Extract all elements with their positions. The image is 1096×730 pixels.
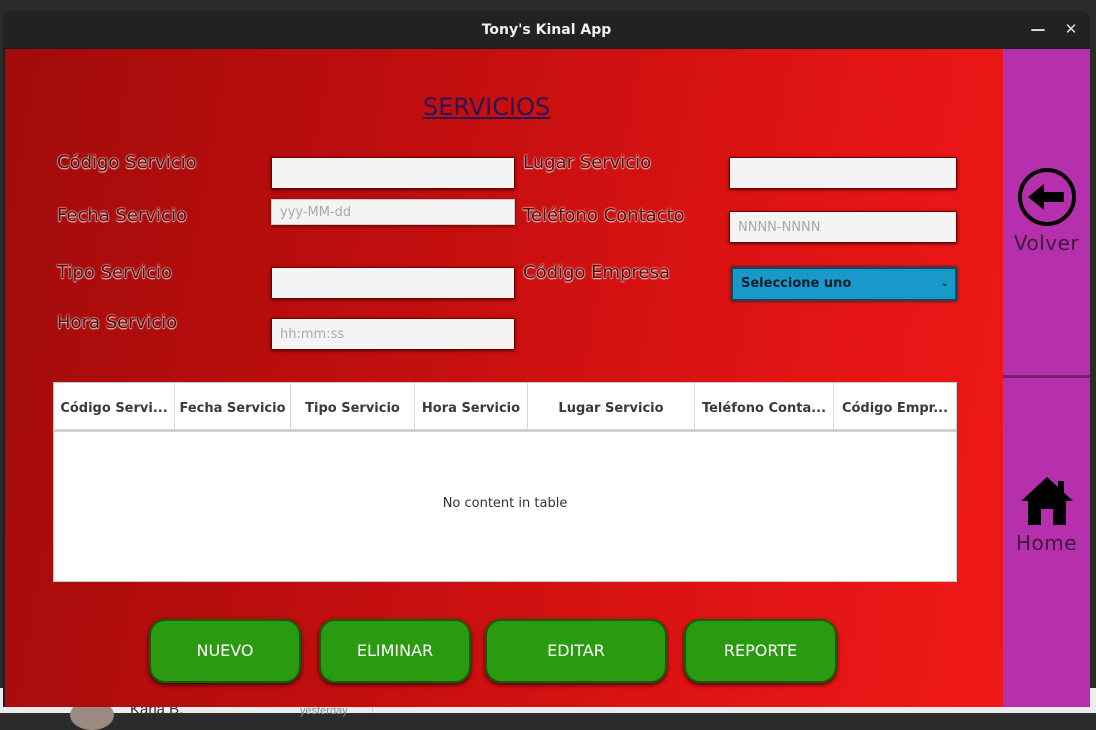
arrow-left-circle-icon bbox=[1017, 168, 1076, 226]
codigo-servicio-input[interactable] bbox=[271, 157, 515, 189]
volver-button[interactable]: Volver bbox=[1003, 167, 1090, 255]
editar-button[interactable]: EDITAR bbox=[485, 619, 667, 683]
fecha-servicio-label: Fecha Servicio bbox=[57, 205, 187, 226]
codigo-empresa-selected: Seleccione uno bbox=[741, 276, 852, 291]
lugar-servicio-input[interactable] bbox=[729, 157, 957, 189]
sidebar-divider bbox=[1003, 375, 1090, 378]
table-header: Código Servi... Fecha Servicio Tipo Serv… bbox=[54, 383, 956, 432]
app-window: Tony's Kinal App — ✕ SERVICIOS Código Se… bbox=[3, 11, 1090, 707]
chevron-down-icon: ⌄ bbox=[940, 278, 949, 289]
servicios-panel: SERVICIOS Código Servicio Fecha Servicio… bbox=[5, 49, 1003, 707]
minimize-button[interactable]: — bbox=[1028, 19, 1048, 39]
codigo-empresa-label: Código Empresa bbox=[523, 262, 670, 283]
table-empty-message: No content in table bbox=[442, 496, 568, 511]
sidebar: Volver Home bbox=[1003, 49, 1090, 707]
tipo-servicio-input[interactable] bbox=[271, 267, 515, 299]
title-bar: Tony's Kinal App — ✕ bbox=[3, 11, 1090, 47]
home-button[interactable]: Home bbox=[1003, 475, 1090, 555]
home-label: Home bbox=[1015, 531, 1078, 555]
page-title: SERVICIOS bbox=[423, 93, 551, 121]
hora-servicio-label: Hora Servicio bbox=[57, 312, 178, 333]
servicios-table[interactable]: Código Servi... Fecha Servicio Tipo Serv… bbox=[53, 382, 957, 582]
fecha-servicio-input[interactable] bbox=[271, 199, 515, 225]
column-header-hora-servicio[interactable]: Hora Servicio bbox=[415, 383, 528, 429]
telefono-contacto-input[interactable] bbox=[729, 211, 957, 243]
window-title: Tony's Kinal App bbox=[481, 22, 612, 38]
column-header-lugar-servicio[interactable]: Lugar Servicio bbox=[528, 383, 695, 429]
codigo-empresa-select[interactable]: Seleccione uno ⌄ bbox=[731, 267, 957, 301]
volver-label: Volver bbox=[1013, 231, 1080, 255]
reporte-button[interactable]: REPORTE bbox=[684, 619, 837, 683]
eliminar-button[interactable]: ELIMINAR bbox=[319, 619, 471, 683]
tipo-servicio-label: Tipo Servicio bbox=[57, 262, 173, 283]
lugar-servicio-label: Lugar Servicio bbox=[523, 152, 652, 173]
column-header-codigo-empresa[interactable]: Código Empr... bbox=[834, 383, 956, 429]
column-header-telefono-contacto[interactable]: Teléfono Conta... bbox=[695, 383, 834, 429]
nuevo-button[interactable]: NUEVO bbox=[149, 619, 301, 683]
column-header-fecha-servicio[interactable]: Fecha Servicio bbox=[175, 383, 291, 429]
hora-servicio-input[interactable] bbox=[271, 318, 515, 350]
close-button[interactable]: ✕ bbox=[1061, 19, 1081, 39]
column-header-tipo-servicio[interactable]: Tipo Servicio bbox=[291, 383, 415, 429]
telefono-contacto-label: Teléfono Contacto bbox=[523, 205, 685, 226]
column-header-codigo-servicio[interactable]: Código Servi... bbox=[54, 383, 175, 429]
home-icon bbox=[1020, 477, 1073, 525]
codigo-servicio-label: Código Servicio bbox=[57, 152, 197, 173]
